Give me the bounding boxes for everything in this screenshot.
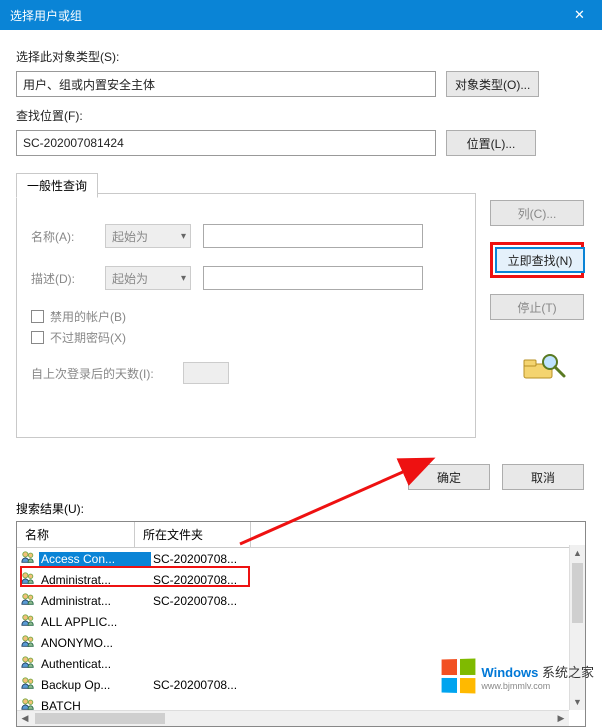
user-group-icon xyxy=(21,655,37,672)
locations-button[interactable]: 位置(L)... xyxy=(446,130,536,156)
magnifier-folder-icon xyxy=(520,352,566,382)
find-now-highlight: 立即查找(N) xyxy=(490,242,584,278)
list-item[interactable]: ANONYMO... xyxy=(17,632,585,653)
result-name: Access Con... xyxy=(39,552,151,566)
user-group-icon xyxy=(21,613,37,630)
result-name: ANONYMO... xyxy=(39,636,151,650)
results-body: Access Con...SC-20200708... Administrat.… xyxy=(17,548,585,727)
result-name: Administrat... xyxy=(39,573,151,587)
right-button-column: 列(C)... 立即查找(N) 停止(T) xyxy=(490,200,584,320)
description-input[interactable] xyxy=(203,266,423,290)
scroll-left-icon[interactable]: ◀ xyxy=(17,713,33,724)
window-title: 选择用户或组 xyxy=(10,7,82,24)
list-item[interactable]: ALL APPLIC... xyxy=(17,611,585,632)
list-item[interactable]: Authenticat... xyxy=(17,653,585,674)
scroll-thumb[interactable] xyxy=(572,563,583,623)
result-name: Administrat... xyxy=(39,594,151,608)
result-name: ALL APPLIC... xyxy=(39,615,151,629)
results-header: 名称 所在文件夹 xyxy=(17,522,585,548)
description-label: 描述(D): xyxy=(31,270,93,287)
ok-button[interactable]: 确定 xyxy=(408,464,490,490)
user-group-icon xyxy=(21,550,37,567)
nonexpiring-password-label: 不过期密码(X) xyxy=(50,329,126,346)
stop-button[interactable]: 停止(T) xyxy=(490,294,584,320)
hscroll-thumb[interactable] xyxy=(35,713,165,724)
results-list: 名称 所在文件夹 Access Con...SC-20200708... Adm… xyxy=(16,521,586,727)
close-button[interactable]: ✕ xyxy=(557,0,602,30)
object-type-display: 用户、组或内置安全主体 xyxy=(16,71,436,97)
cancel-button[interactable]: 取消 xyxy=(502,464,584,490)
close-icon: ✕ xyxy=(574,7,585,23)
nonexpiring-password-checkbox[interactable] xyxy=(31,331,44,344)
result-folder: SC-20200708... xyxy=(153,552,271,566)
dialog-content: 选择此对象类型(S): 用户、组或内置安全主体 对象类型(O)... 查找位置(… xyxy=(0,30,602,727)
title-bar: 选择用户或组 ✕ xyxy=(0,0,602,30)
column-header-name[interactable]: 名称 xyxy=(17,522,135,547)
location-label: 查找位置(F): xyxy=(16,107,586,124)
query-tab-panel: 一般性查询 名称(A): 起始为 ▾ 描述(D): 起始为 ▾ xyxy=(16,193,476,438)
list-item[interactable]: Backup Op...SC-20200708... xyxy=(17,674,585,695)
location-display: SC-202007081424 xyxy=(16,130,436,156)
result-folder: SC-20200708... xyxy=(153,678,271,692)
chevron-down-icon: ▾ xyxy=(181,231,186,242)
name-label: 名称(A): xyxy=(31,228,93,245)
object-type-value: 用户、组或内置安全主体 xyxy=(23,76,155,93)
object-types-button[interactable]: 对象类型(O)... xyxy=(446,71,539,97)
user-group-icon xyxy=(21,592,37,609)
find-now-button[interactable]: 立即查找(N) xyxy=(495,247,585,273)
scroll-down-icon[interactable]: ▼ xyxy=(570,694,585,710)
result-folder: SC-20200708... xyxy=(153,594,271,608)
user-group-icon xyxy=(21,571,37,588)
disabled-accounts-checkbox[interactable] xyxy=(31,310,44,323)
list-item[interactable]: Administrat...SC-20200708... xyxy=(17,569,585,590)
vertical-scrollbar[interactable]: ▲ ▼ xyxy=(569,545,585,710)
result-folder: SC-20200708... xyxy=(153,573,271,587)
chevron-down-icon: ▾ xyxy=(181,273,186,284)
ok-cancel-row: 确定 取消 xyxy=(16,464,584,490)
result-name: Backup Op... xyxy=(39,678,151,692)
location-value: SC-202007081424 xyxy=(23,136,124,150)
scroll-up-icon[interactable]: ▲ xyxy=(570,545,585,561)
tab-general-query[interactable]: 一般性查询 xyxy=(16,173,98,198)
days-since-logon-spinner[interactable] xyxy=(183,362,229,384)
days-since-logon-label: 自上次登录后的天数(I): xyxy=(31,365,171,382)
object-type-label: 选择此对象类型(S): xyxy=(16,48,586,65)
results-label: 搜索结果(U): xyxy=(16,500,586,517)
list-item[interactable]: Access Con...SC-20200708... xyxy=(17,548,585,569)
result-name: Authenticat... xyxy=(39,657,151,671)
list-item[interactable]: Administrat...SC-20200708... xyxy=(17,590,585,611)
name-match-combo[interactable]: 起始为 ▾ xyxy=(105,224,191,248)
description-match-combo[interactable]: 起始为 ▾ xyxy=(105,266,191,290)
name-input[interactable] xyxy=(203,224,423,248)
horizontal-scrollbar[interactable]: ◀ ▶ xyxy=(17,710,569,726)
scroll-right-icon[interactable]: ▶ xyxy=(553,713,569,724)
user-group-icon xyxy=(21,634,37,651)
disabled-accounts-label: 禁用的帐户(B) xyxy=(50,308,126,325)
columns-button[interactable]: 列(C)... xyxy=(490,200,584,226)
column-header-folder[interactable]: 所在文件夹 xyxy=(135,522,251,547)
user-group-icon xyxy=(21,676,37,693)
